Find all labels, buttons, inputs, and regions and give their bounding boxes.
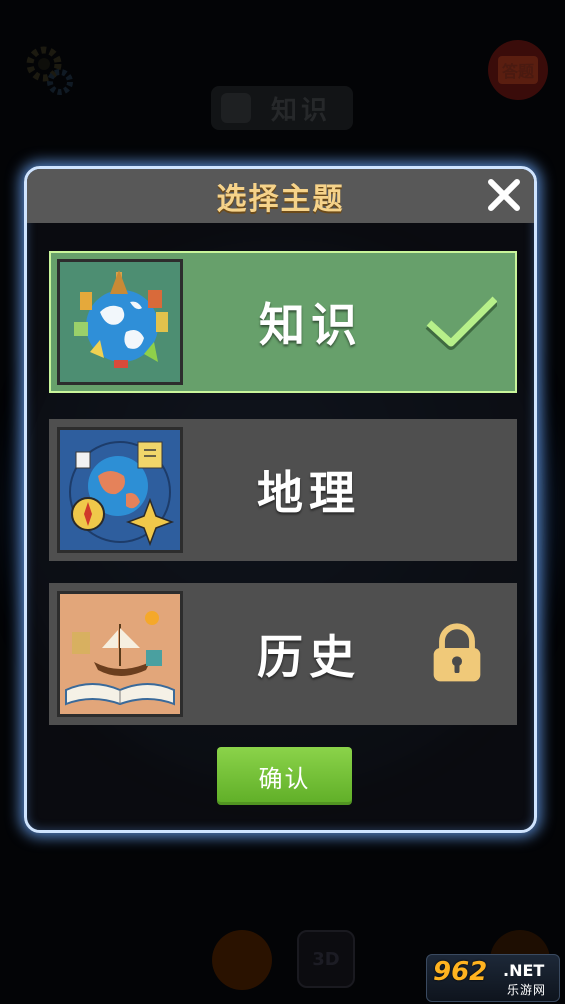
watermark-number: 962: [433, 957, 488, 987]
knowledge-thumbnail: [57, 259, 183, 385]
geography-thumbnail: [57, 427, 183, 553]
view-3d-label: 3D: [312, 948, 340, 970]
topic-icon: [221, 93, 251, 123]
world-landmarks-icon: [60, 262, 180, 382]
settings-gear-icon[interactable]: [22, 42, 78, 98]
close-button[interactable]: [484, 175, 524, 215]
lock-icon: [433, 623, 481, 682]
topic-row-knowledge[interactable]: 知识: [49, 251, 517, 393]
book-ship-icon: [60, 594, 180, 714]
menu-button[interactable]: [212, 930, 272, 990]
topic-label-history: 历史: [257, 630, 361, 684]
topic-label-knowledge: 知识: [259, 298, 363, 352]
answer-button-label: 答题: [497, 56, 538, 84]
map-compass-icon: [60, 430, 180, 550]
history-thumbnail: [57, 591, 183, 717]
select-topic-dialog: 选择主题 知识 地理 历史 确认: [24, 166, 537, 833]
watermark-domain: .NET: [503, 961, 545, 980]
view-3d-button[interactable]: 3D: [297, 930, 355, 988]
dialog-title: 选择主题: [216, 182, 345, 217]
checkmark-icon: [425, 296, 497, 350]
topic-label-geography: 地理: [257, 466, 361, 520]
current-topic-indicator[interactable]: 知识: [211, 86, 353, 130]
dialog-header: 选择主题: [27, 169, 534, 223]
topic-row-history[interactable]: 历史: [49, 583, 517, 725]
topic-row-geography[interactable]: 地理: [49, 419, 517, 561]
current-topic-label: 知识: [271, 95, 332, 126]
watermark-cn-text: 乐游网: [507, 983, 547, 997]
answer-button[interactable]: 答题: [488, 40, 548, 100]
confirm-button[interactable]: 确认: [217, 747, 352, 805]
site-watermark: 962 .NET 乐游网: [426, 954, 560, 1002]
close-icon: [488, 179, 520, 211]
